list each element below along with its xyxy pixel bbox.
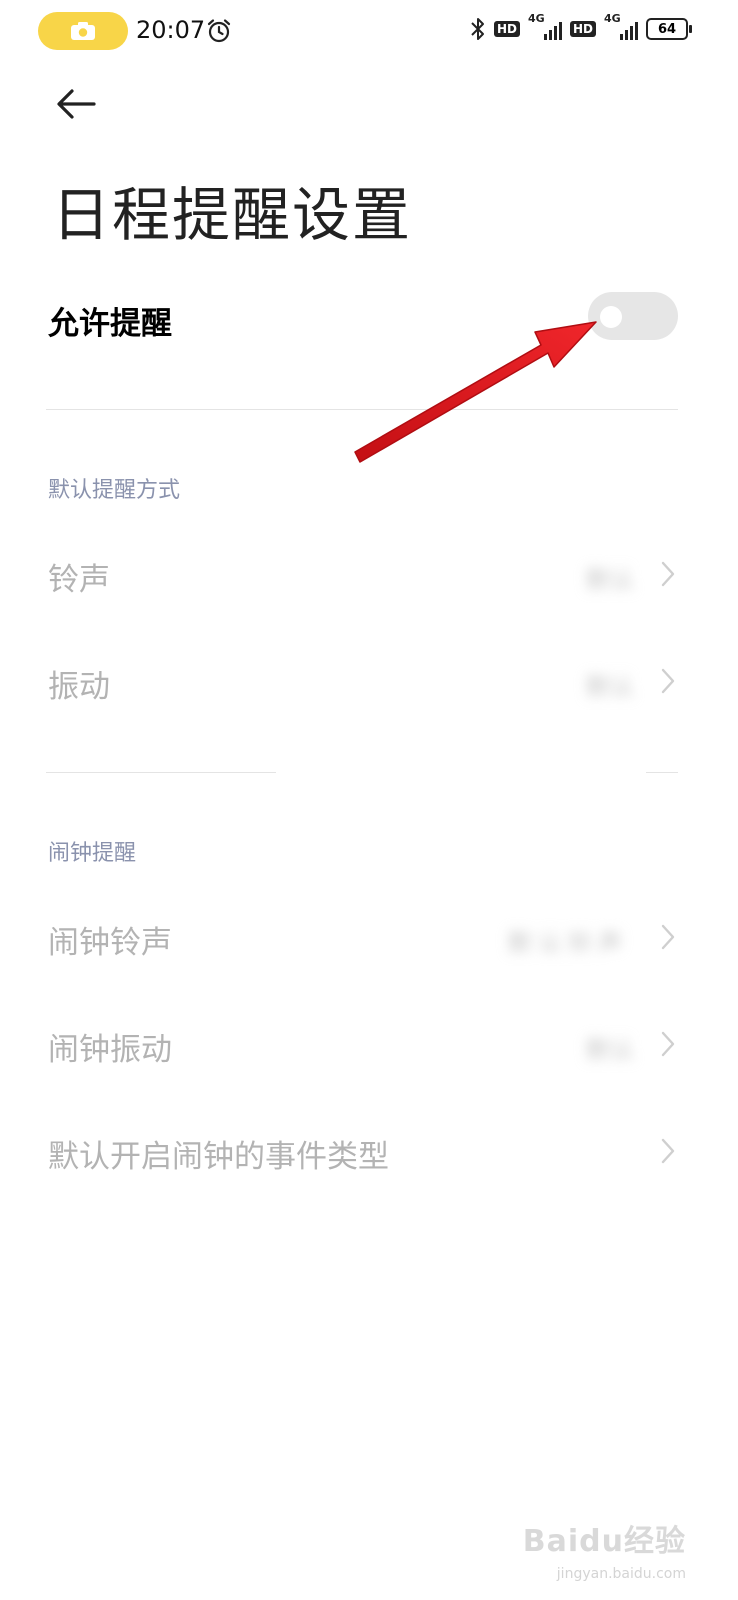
status-icons: HD 4G HD 4G 64 <box>470 12 692 42</box>
signal-icon: 4G <box>528 12 562 42</box>
row-value: 默认 <box>586 1036 634 1064</box>
camera-icon <box>71 22 95 40</box>
bluetooth-icon <box>471 18 484 40</box>
clock-time: 20:07 <box>136 16 206 44</box>
alarm-ringtone-row[interactable]: 闹钟铃声 默认铃声 <box>48 907 678 967</box>
vibration-row[interactable]: 振动 默认 <box>48 651 678 711</box>
baidu-watermark-url: jingyan.baidu.com <box>556 1566 686 1582</box>
divider <box>46 772 276 773</box>
back-arrow-icon <box>57 89 96 119</box>
network-type-label: 4G <box>527 12 545 25</box>
divider <box>46 409 678 410</box>
allow-reminder-row[interactable]: 允许提醒 <box>48 290 678 350</box>
alarm-icon <box>207 19 231 43</box>
alarm-vibration-row[interactable]: 闹钟振动 默认 <box>48 1014 678 1074</box>
screen-recording-pill[interactable] <box>38 12 128 50</box>
network-type-label: 4G <box>604 12 621 25</box>
row-value: 默认铃声 <box>508 929 628 957</box>
hd-badge: HD <box>569 21 596 37</box>
toggle-knob <box>600 306 622 328</box>
chevron-right-icon <box>661 561 675 587</box>
ringtone-row[interactable]: 铃声 默认 <box>48 544 678 604</box>
row-value: 默认 <box>586 673 634 701</box>
row-label: 闹钟振动 <box>48 1032 172 1068</box>
default-alarm-event-types-row[interactable]: 默认开启闹钟的事件类型 <box>48 1121 678 1181</box>
row-label: 默认开启闹钟的事件类型 <box>48 1139 389 1175</box>
status-bar: 20:07 HD 4G HD 4G 64 <box>0 0 738 64</box>
signal-icon: 4G <box>604 12 638 42</box>
allow-reminder-label: 允许提醒 <box>48 306 172 342</box>
section-header-default-reminder: 默认提醒方式 <box>48 478 181 503</box>
battery-icon: 64 <box>646 18 692 40</box>
allow-reminder-toggle[interactable] <box>588 292 678 340</box>
divider <box>646 772 678 773</box>
battery-level: 64 <box>657 21 677 37</box>
chevron-right-icon <box>661 1138 675 1164</box>
chevron-right-icon <box>661 668 675 694</box>
row-label: 闹钟铃声 <box>48 925 172 961</box>
chevron-right-icon <box>661 1031 675 1057</box>
row-label: 铃声 <box>48 562 110 598</box>
hd-badge: HD <box>493 21 520 37</box>
section-header-alarm-reminder: 闹钟提醒 <box>48 841 137 866</box>
chevron-right-icon <box>661 924 675 950</box>
row-value: 默认 <box>586 566 634 594</box>
back-button[interactable] <box>54 84 102 124</box>
page-title: 日程提醒设置 <box>52 181 413 249</box>
baidu-watermark: Baidu经验 <box>522 1524 686 1559</box>
row-label: 振动 <box>48 669 110 705</box>
